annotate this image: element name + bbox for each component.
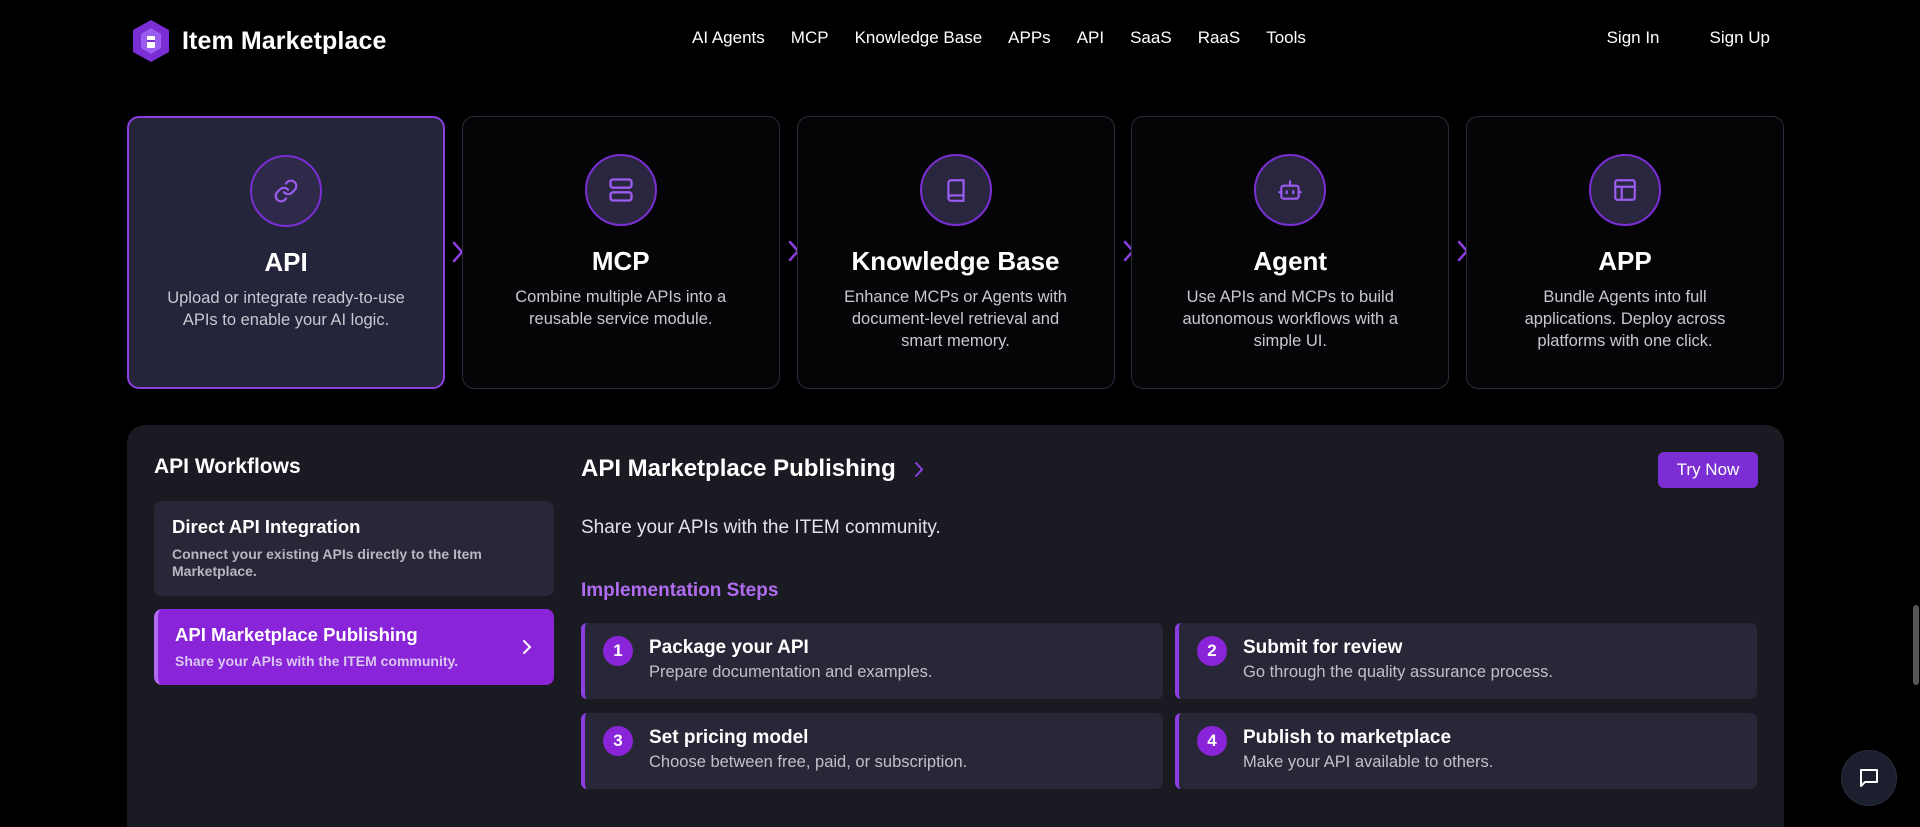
workflow-panel: API Workflows Direct API Integration Con…	[127, 425, 1784, 827]
step-desc: Go through the quality assurance process…	[1243, 663, 1554, 681]
card-app[interactable]: APP Bundle Agents into full applications…	[1466, 116, 1784, 389]
card-title: MCP	[591, 246, 650, 276]
sign-in-link[interactable]: Sign In	[1607, 28, 1660, 48]
detail-subtitle: Share your APIs with the ITEM community.	[581, 517, 941, 538]
layout-icon	[1589, 154, 1661, 226]
step-card: 4 Publish to marketplace Make your API a…	[1175, 713, 1757, 789]
card-agent[interactable]: Agent Use APIs and MCPs to build autonom…	[1131, 116, 1469, 389]
brand-name: Item Marketplace	[182, 26, 387, 55]
server-icon	[584, 154, 657, 226]
category-cards: API Upload or integrate ready-to-use API…	[127, 116, 1784, 389]
workflow-item-marketplace-publishing[interactable]: API Marketplace Publishing Share your AP…	[154, 609, 554, 685]
card-desc: Combine multiple APIs into a reusable se…	[515, 288, 727, 328]
step-desc: Prepare documentation and examples.	[649, 663, 933, 681]
card-title: API	[264, 247, 308, 277]
nav-item-apps[interactable]: APPs	[1008, 28, 1051, 48]
detail-title-text: API Marketplace Publishing	[581, 455, 896, 482]
step-title: Set pricing model	[649, 727, 809, 748]
nav-item-tools[interactable]: Tools	[1266, 28, 1306, 48]
step-card: 2 Submit for review Go through the quali…	[1175, 623, 1757, 699]
book-icon	[919, 154, 992, 226]
link-icon	[250, 155, 322, 227]
brand-logo-icon	[133, 20, 169, 62]
nav-item-raas[interactable]: RaaS	[1198, 28, 1241, 48]
nav-item-saas[interactable]: SaaS	[1130, 28, 1172, 48]
step-title: Submit for review	[1243, 637, 1403, 658]
card-desc: Bundle Agents into full applications. De…	[1524, 288, 1726, 350]
chat-button[interactable]	[1841, 750, 1897, 806]
card-desc: Upload or integrate ready-to-use APIs to…	[167, 289, 405, 329]
card-title: Agent	[1253, 246, 1328, 276]
detail-title[interactable]: API Marketplace Publishing	[581, 455, 924, 483]
step-number: 2	[1197, 636, 1227, 666]
workflow-item-desc: Share your APIs with the ITEM community.	[175, 653, 459, 669]
top-nav-bar: Item Marketplace AI Agents MCP Knowledge…	[0, 0, 1920, 82]
chevron-right-icon	[914, 461, 924, 477]
card-api[interactable]: API Upload or integrate ready-to-use API…	[127, 116, 464, 389]
card-title: Knowledge Base	[851, 246, 1060, 276]
workflow-item-direct-api[interactable]: Direct API Integration Connect your exis…	[154, 501, 554, 596]
workflow-item-title: Direct API Integration	[172, 516, 361, 537]
workflow-item-title: API Marketplace Publishing	[175, 624, 418, 645]
chevron-right-icon	[523, 640, 532, 654]
nav-item-mcp[interactable]: MCP	[791, 28, 829, 48]
step-desc: Choose between free, paid, or subscripti…	[649, 753, 968, 771]
bot-icon	[1254, 154, 1327, 226]
step-card: 1 Package your API Prepare documentation…	[581, 623, 1163, 699]
brand[interactable]: Item Marketplace	[130, 18, 386, 64]
card-mcp[interactable]: MCP Combine multiple APIs into a reusabl…	[461, 116, 800, 389]
nav-item-api[interactable]: API	[1077, 28, 1104, 48]
main-nav: AI Agents MCP Knowledge Base APPs API Sa…	[692, 28, 1332, 48]
card-knowledge-base[interactable]: Knowledge Base Enhance MCPs or Agents wi…	[796, 116, 1135, 389]
step-desc: Make your API available to others.	[1243, 753, 1494, 771]
step-number: 3	[603, 726, 633, 756]
nav-item-ai-agents[interactable]: AI Agents	[692, 28, 765, 48]
auth-links: Sign In Sign Up	[1557, 28, 1770, 48]
scrollbar-thumb[interactable]	[1913, 605, 1919, 685]
card-desc: Enhance MCPs or Agents with document-lev…	[844, 288, 1067, 350]
sign-up-link[interactable]: Sign Up	[1710, 28, 1770, 48]
card-title: APP	[1598, 246, 1652, 276]
scrollbar-track[interactable]	[1912, 82, 1920, 827]
chat-icon	[1860, 769, 1878, 787]
workflows-title: API Workflows	[154, 455, 301, 478]
try-now-button[interactable]: Try Now	[1658, 452, 1758, 488]
step-card: 3 Set pricing model Choose between free,…	[581, 713, 1163, 789]
step-title: Package your API	[649, 637, 809, 658]
card-desc: Use APIs and MCPs to build autonomous wo…	[1182, 288, 1398, 350]
step-number: 4	[1197, 726, 1227, 756]
implementation-steps-title: Implementation Steps	[581, 580, 779, 601]
workflow-item-desc: Connect your existing APIs directly to t…	[172, 546, 482, 579]
step-title: Publish to marketplace	[1243, 727, 1452, 748]
nav-item-knowledge-base[interactable]: Knowledge Base	[855, 28, 983, 48]
step-number: 1	[603, 636, 633, 666]
